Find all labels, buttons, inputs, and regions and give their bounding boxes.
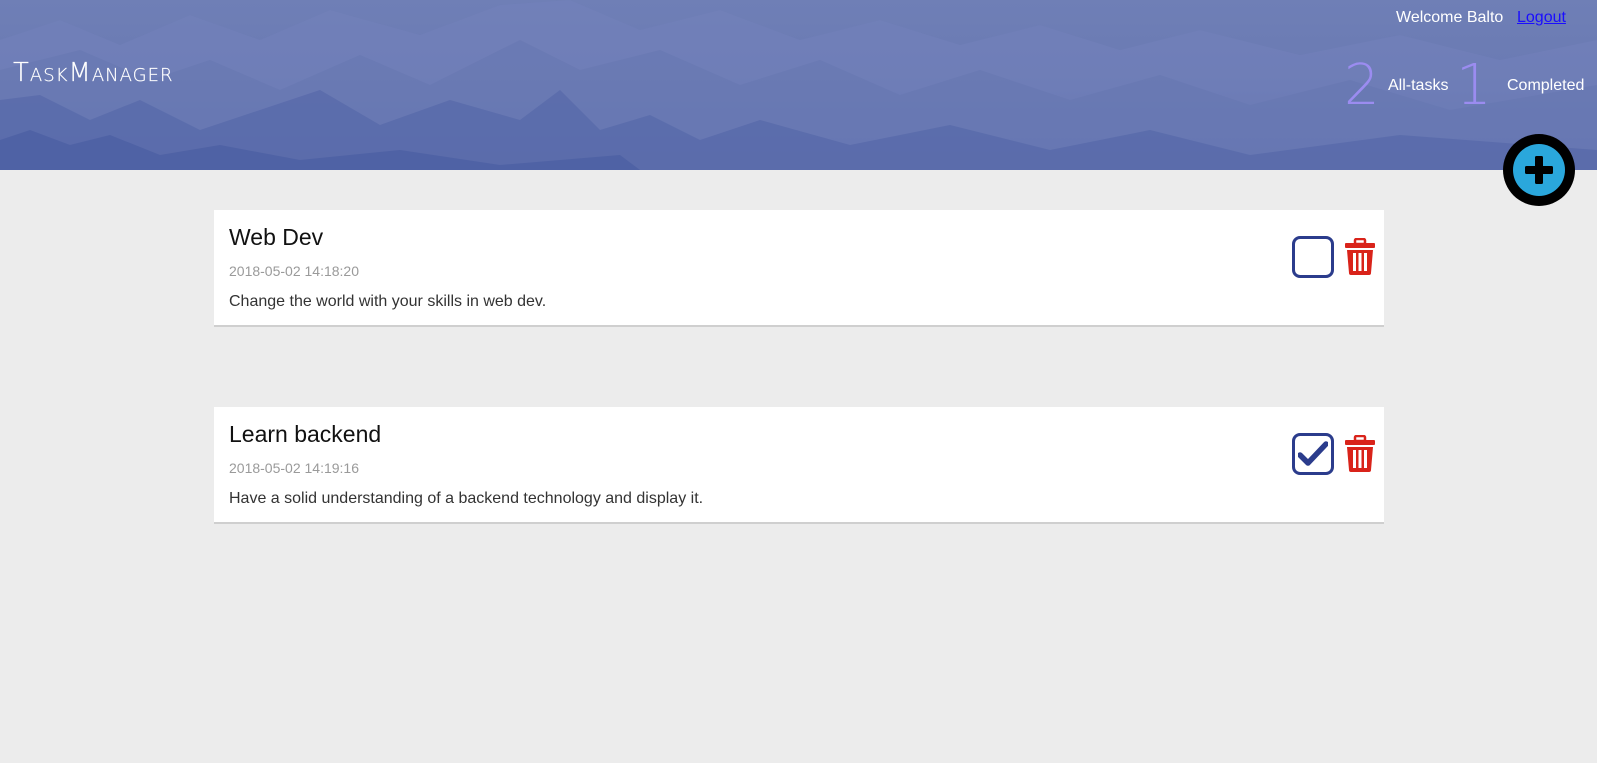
task-title: Learn backend [229,421,382,447]
task-date: 2018-05-02 14:18:20 [229,263,359,279]
completed-link[interactable]: Completed [1507,77,1584,95]
task-card: Learn backend 2018-05-02 14:19:16 Have a… [214,407,1384,524]
plus-circle-icon [1513,144,1565,196]
welcome-text: Welcome Balto [1396,9,1504,26]
task-date: 2018-05-02 14:19:16 [229,460,359,476]
all-tasks-link[interactable]: All-tasks [1388,77,1448,95]
add-task-button[interactable] [1503,134,1575,206]
complete-checkbox[interactable] [1292,433,1334,475]
app-logo: TaskManager [13,58,174,88]
all-tasks-count: 2 [1344,53,1380,118]
checkmark-icon [1298,441,1328,466]
task-card: Web Dev 2018-05-02 14:18:20 Change the w… [214,210,1384,327]
complete-checkbox[interactable] [1292,236,1334,278]
task-description: Have a solid understanding of a backend … [229,490,704,507]
trash-icon[interactable] [1344,435,1376,473]
task-description: Change the world with your skills in web… [229,293,547,310]
completed-count: 1 [1456,53,1492,118]
logout-link[interactable]: Logout [1517,9,1566,27]
task-title: Web Dev [229,224,324,250]
trash-icon[interactable] [1344,238,1376,276]
header-banner: TaskManager Welcome Balto Logout 2 All-t… [0,0,1597,170]
